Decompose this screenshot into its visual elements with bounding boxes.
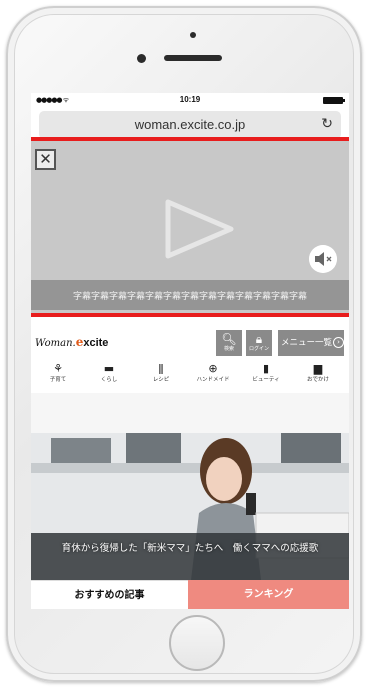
phone-screen: ●●●●● ᯤ 10:19 woman.excite.co.jp ↻ ✕ 字幕字… (31, 93, 349, 609)
tab-recommended-articles[interactable]: おすすめの記事 (31, 580, 188, 609)
login-button[interactable]: 🔒︎ ログイン (246, 330, 272, 356)
site-header: Woman.excite 🔍︎ 検索 🔒︎ ログイン メニュー一覧 › (31, 325, 349, 357)
category-label: ビューティ (252, 377, 280, 383)
category-outing[interactable]: ▆ おでかけ (293, 361, 343, 384)
hero-caption[interactable]: 育休から復帰した「新米ママ」たちへ 働くママへの応援歌 (31, 540, 349, 562)
subtitle-bar: 字幕字幕字幕字幕字幕字幕字幕字幕字幕字幕字幕字幕字幕 (31, 280, 349, 310)
category-label: レシピ (152, 377, 170, 383)
bottle-icon: ▮ (262, 362, 270, 375)
close-icon[interactable]: ✕ (35, 149, 56, 170)
category-label: くらし (100, 377, 118, 383)
battery-icon (323, 97, 345, 104)
search-icon: 🔍︎ (221, 332, 237, 346)
chevron-right-icon: › (333, 337, 345, 348)
status-bar: ●●●●● ᯤ 10:19 (31, 93, 349, 107)
yarn-icon: ⊕ (208, 362, 218, 375)
category-label: おでかけ (306, 377, 329, 383)
category-recipe[interactable]: ǁ レシピ (136, 361, 186, 384)
front-sensor (190, 32, 196, 38)
address-bar[interactable]: woman.excite.co.jp ↻ (39, 111, 341, 139)
category-label: ハンドメイド (196, 377, 230, 383)
lock-icon: 🔒︎ (255, 332, 263, 346)
category-nav: ⚘ 子育て ▬ くらし ǁ レシピ ⊕ ハンドメイド ▮ ビューティ ▆ おでか… (31, 361, 349, 391)
search-button[interactable]: 🔍︎ 検索 (216, 330, 242, 356)
front-camera (137, 54, 146, 63)
tab-ranking[interactable]: ランキング (188, 580, 349, 609)
sprout-icon: ⚘ (53, 362, 63, 375)
logo-prefix: Woman. (35, 338, 76, 349)
status-time: 10:19 (179, 95, 201, 104)
site-logo[interactable]: Woman.excite (35, 335, 108, 349)
hero-article[interactable]: 育休から復帰した「新米ママ」たちへ 働くママへの応援歌 (31, 393, 349, 580)
video-ad[interactable]: ✕ 字幕字幕字幕字幕字幕字幕字幕字幕字幕字幕字幕字幕字幕 (31, 137, 349, 317)
car-icon: ▆ (313, 362, 323, 375)
utensils-icon: ǁ (158, 362, 164, 375)
search-label: 検索 (223, 346, 234, 352)
play-icon[interactable] (165, 199, 235, 259)
url-text: woman.excite.co.jp (134, 117, 246, 132)
login-label: ログイン (248, 346, 269, 352)
earpiece-speaker (164, 55, 222, 61)
menu-button[interactable]: メニュー一覧 › (278, 330, 345, 356)
speaker-muted-icon[interactable] (309, 245, 337, 273)
logo-suffix: xcite (83, 337, 109, 349)
category-living[interactable]: ▬ くらし (84, 361, 134, 384)
category-handmade[interactable]: ⊕ ハンドメイド (188, 361, 238, 384)
category-childcare[interactable]: ⚘ 子育て (33, 361, 83, 384)
category-label: 子育て (49, 377, 67, 383)
home-button[interactable] (169, 615, 225, 671)
sofa-icon: ▬ (103, 362, 115, 375)
subtitle-text: 字幕字幕字幕字幕字幕字幕字幕字幕字幕字幕字幕字幕字幕 (72, 292, 307, 302)
category-beauty[interactable]: ▮ ビューティ (241, 361, 291, 384)
reload-icon[interactable]: ↻ (321, 116, 333, 132)
tab-bar: おすすめの記事 ランキング (31, 580, 349, 609)
menu-label: メニュー一覧 (281, 338, 333, 348)
